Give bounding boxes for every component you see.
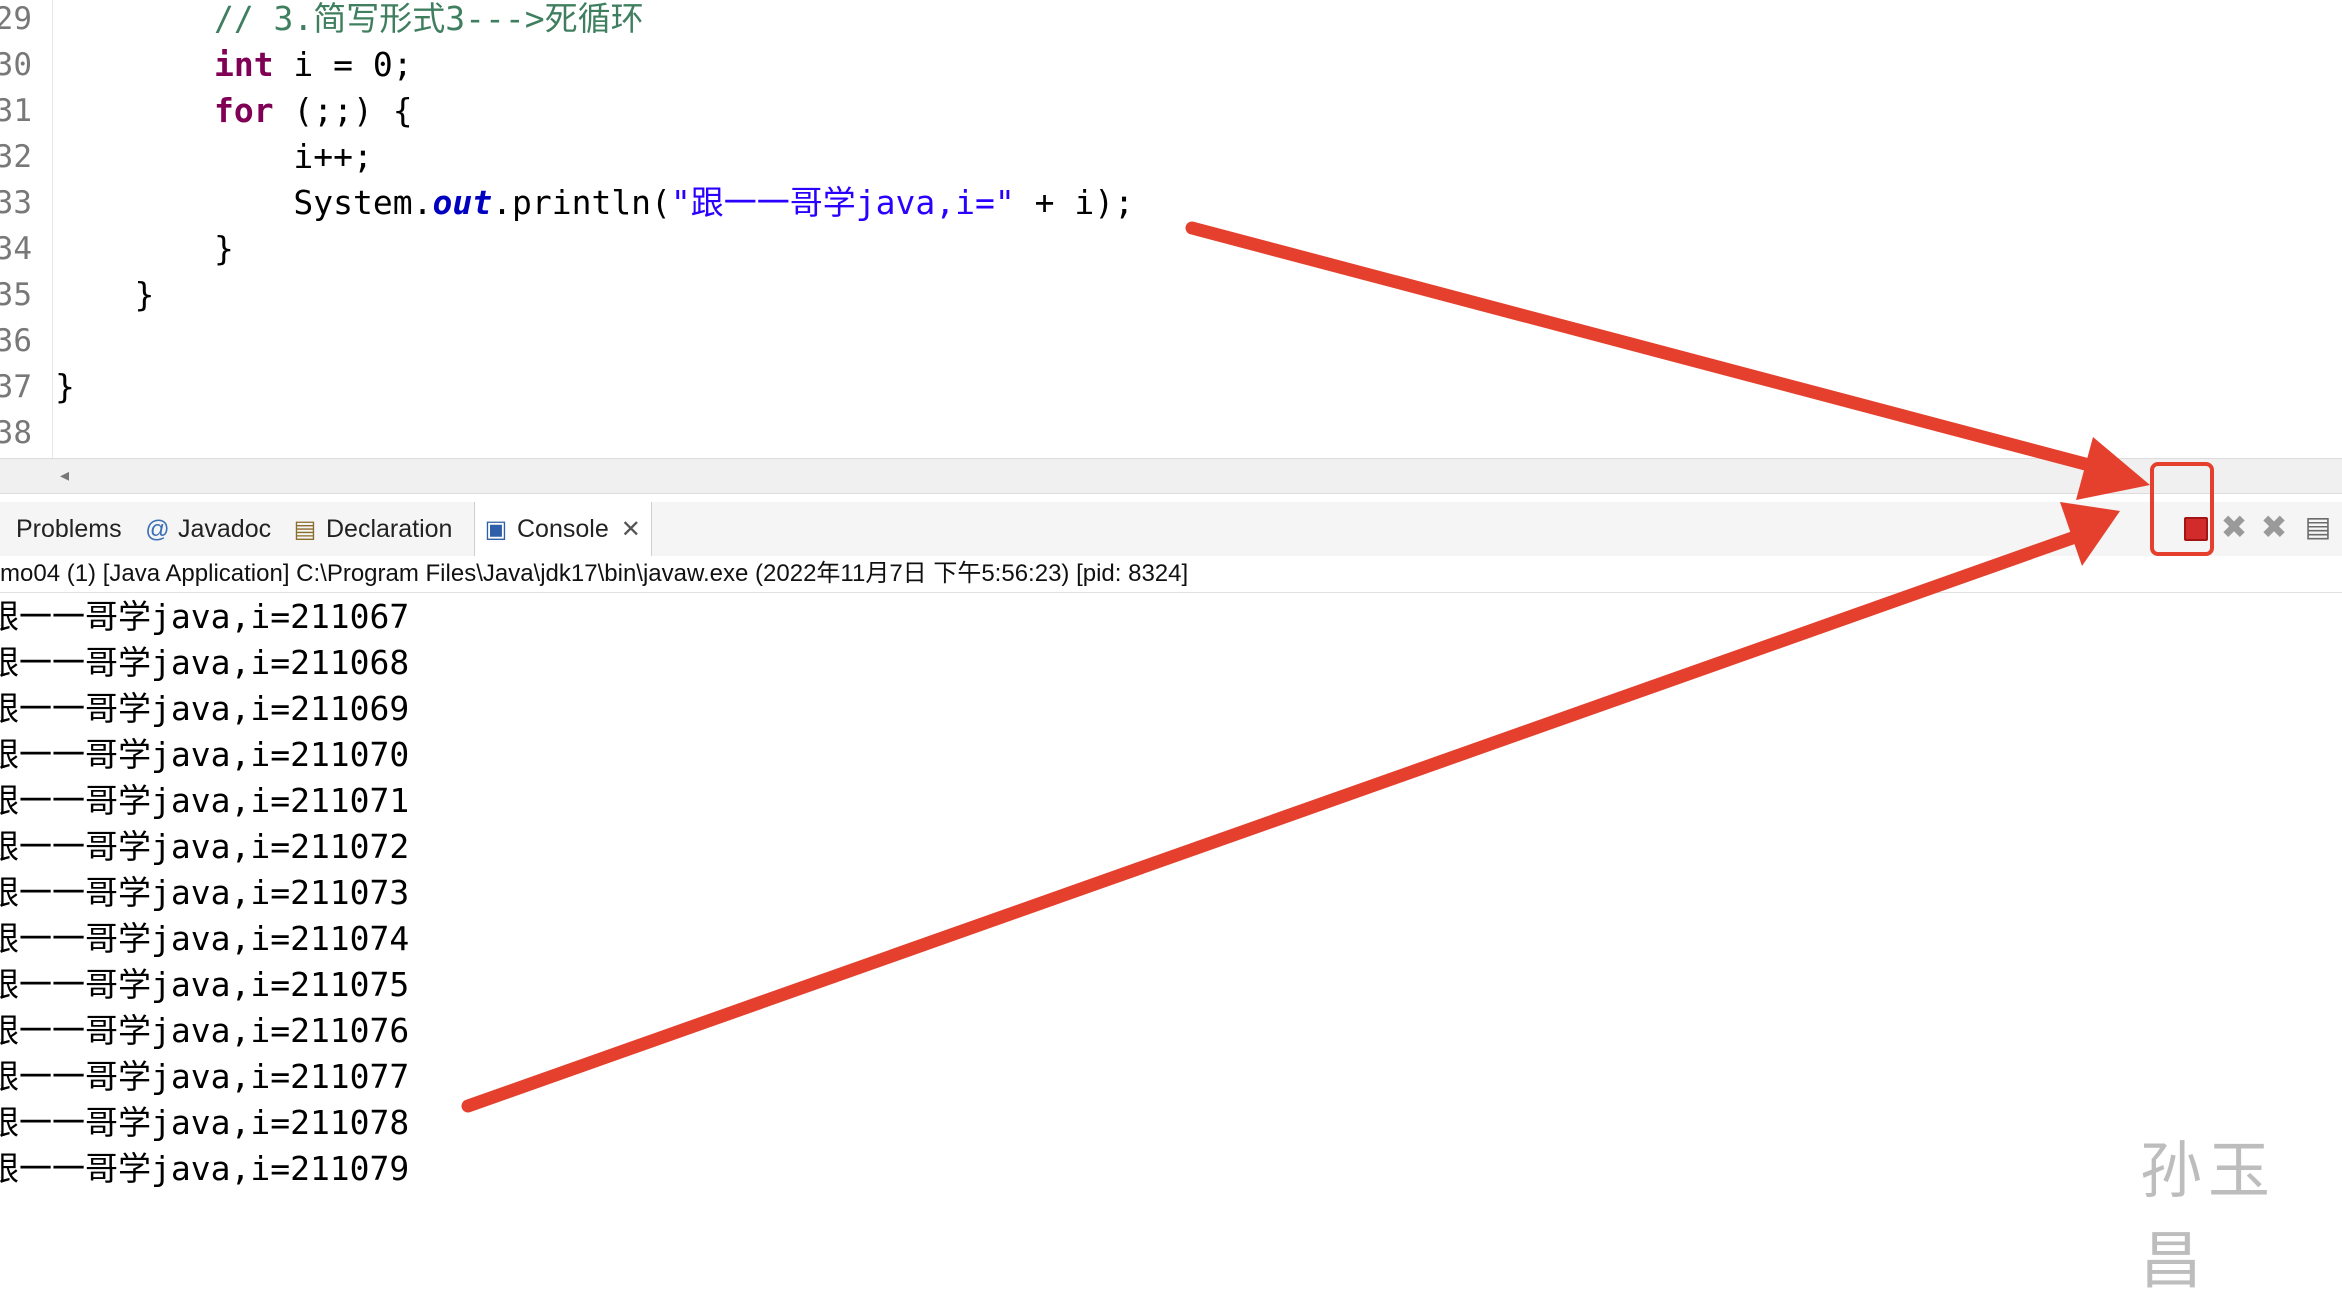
console-output-text: 跟一一哥学java,i=211077 [0,1057,410,1096]
code-token: (;;) { [273,91,413,130]
code-token: out [432,183,493,222]
tab-problems-label: Problems [16,515,122,543]
line-number: 34 [0,231,32,267]
code-text: } [55,226,234,272]
console-output-text: 跟一一哥学java,i=211079 [0,1149,410,1188]
console-output-text: 跟一一哥学java,i=211070 [0,735,410,774]
console-output-text: 跟一一哥学java,i=211075 [0,965,410,1004]
console-output-text: 跟一一哥学java,i=211076 [0,1011,410,1050]
code-text: for (;;) { [55,88,413,134]
code-text: int i = 0; [55,42,413,88]
code-token: .println( [492,183,671,222]
code-text: // 3.简写形式3--->死循环 [55,0,644,42]
code-text: } [55,272,154,318]
code-token: } [55,229,234,268]
close-icon[interactable]: ✕ [621,516,641,543]
remove-launch-button[interactable]: ✖ [2216,502,2252,552]
console-output-text: 跟一一哥学java,i=211073 [0,873,410,912]
editor-horizontal-scrollbar[interactable]: ◂ [0,458,2342,494]
line-number: 38 [0,415,32,451]
views-tab-bar: Problems @ Javadoc ▤ Declaration ▣ Console ✕ [0,502,2342,557]
remove-all-terminated-icon: ✖ [2260,508,2288,546]
line-number: 29 [0,1,32,37]
pin-console-icon: ▤ [2304,510,2332,543]
code-token: int [213,45,274,84]
scroll-left-icon[interactable]: ◂ [60,465,69,486]
line-number: 31 [0,93,32,129]
console-output-text: 跟一一哥学java,i=211069 [0,689,410,728]
code-token: for [213,91,274,130]
console-output-text: 跟一一哥学java,i=211074 [0,919,410,958]
console-process-label: mo04 (1) [Java Application] C:\Program F… [0,560,1189,587]
code-token: "跟一一哥学java,i=" [670,183,1015,222]
code-token: } [55,367,75,406]
console-icon: ▣ [484,516,508,543]
console-output-text: 跟一一哥学java,i=211068 [0,643,410,682]
code-token: } [55,275,155,314]
line-number: 36 [0,323,32,359]
tab-javadoc-label: Javadoc [178,515,272,543]
watermark: 孙玉昌 [2140,1134,2277,1297]
code-text: System.out.println("跟一一哥学java,i=" + i); [55,180,1134,226]
annotation-highlight-box [2150,462,2214,556]
line-number: 37 [0,369,32,405]
line-number: 35 [0,277,32,313]
code-editor[interactable]: 29 // 3.简写形式3--->死循环 30 int i = 0; 31 for … [0,0,2342,458]
remove-all-terminated-button[interactable]: ✖ [2256,502,2292,552]
code-token: System. [55,183,433,222]
console-output-text: 跟一一哥学java,i=211067 [0,597,410,636]
line-number: 32 [0,139,32,175]
remove-launch-icon: ✖ [2220,508,2248,546]
code-token: + i); [1014,183,1134,222]
tab-console[interactable]: ▣ Console ✕ [474,502,652,556]
console-process-header: mo04 (1) [Java Application] C:\Program F… [0,556,2342,593]
tab-declaration-label: Declaration [326,515,453,543]
code-token: i = 0; [273,45,413,84]
console-output-text: 跟一一哥学java,i=211072 [0,827,410,866]
pin-console-button[interactable]: ▤ [2300,502,2336,552]
console-output-text: 跟一一哥学java,i=211078 [0,1103,410,1142]
console-output-text: 跟一一哥学java,i=211071 [0,781,410,820]
code-token: i++; [55,137,373,176]
line-number: 33 [0,185,32,221]
tab-problems[interactable]: Problems [0,502,122,556]
tab-declaration[interactable]: ▤ Declaration [292,502,453,556]
tab-javadoc[interactable]: @ Javadoc [144,502,271,556]
declaration-icon: ▤ [293,516,317,543]
code-token: // 3.简写形式3--->死循环 [213,0,644,38]
code-text: } [55,364,75,410]
code-text: i++; [55,134,373,180]
console-output[interactable]: 跟一一哥学java,i=211067 跟一一哥学java,i=211068 跟一一哥… [0,592,2342,1200]
tab-console-label: Console [517,515,609,543]
javadoc-icon: @ [144,516,170,543]
line-number: 30 [0,47,32,83]
